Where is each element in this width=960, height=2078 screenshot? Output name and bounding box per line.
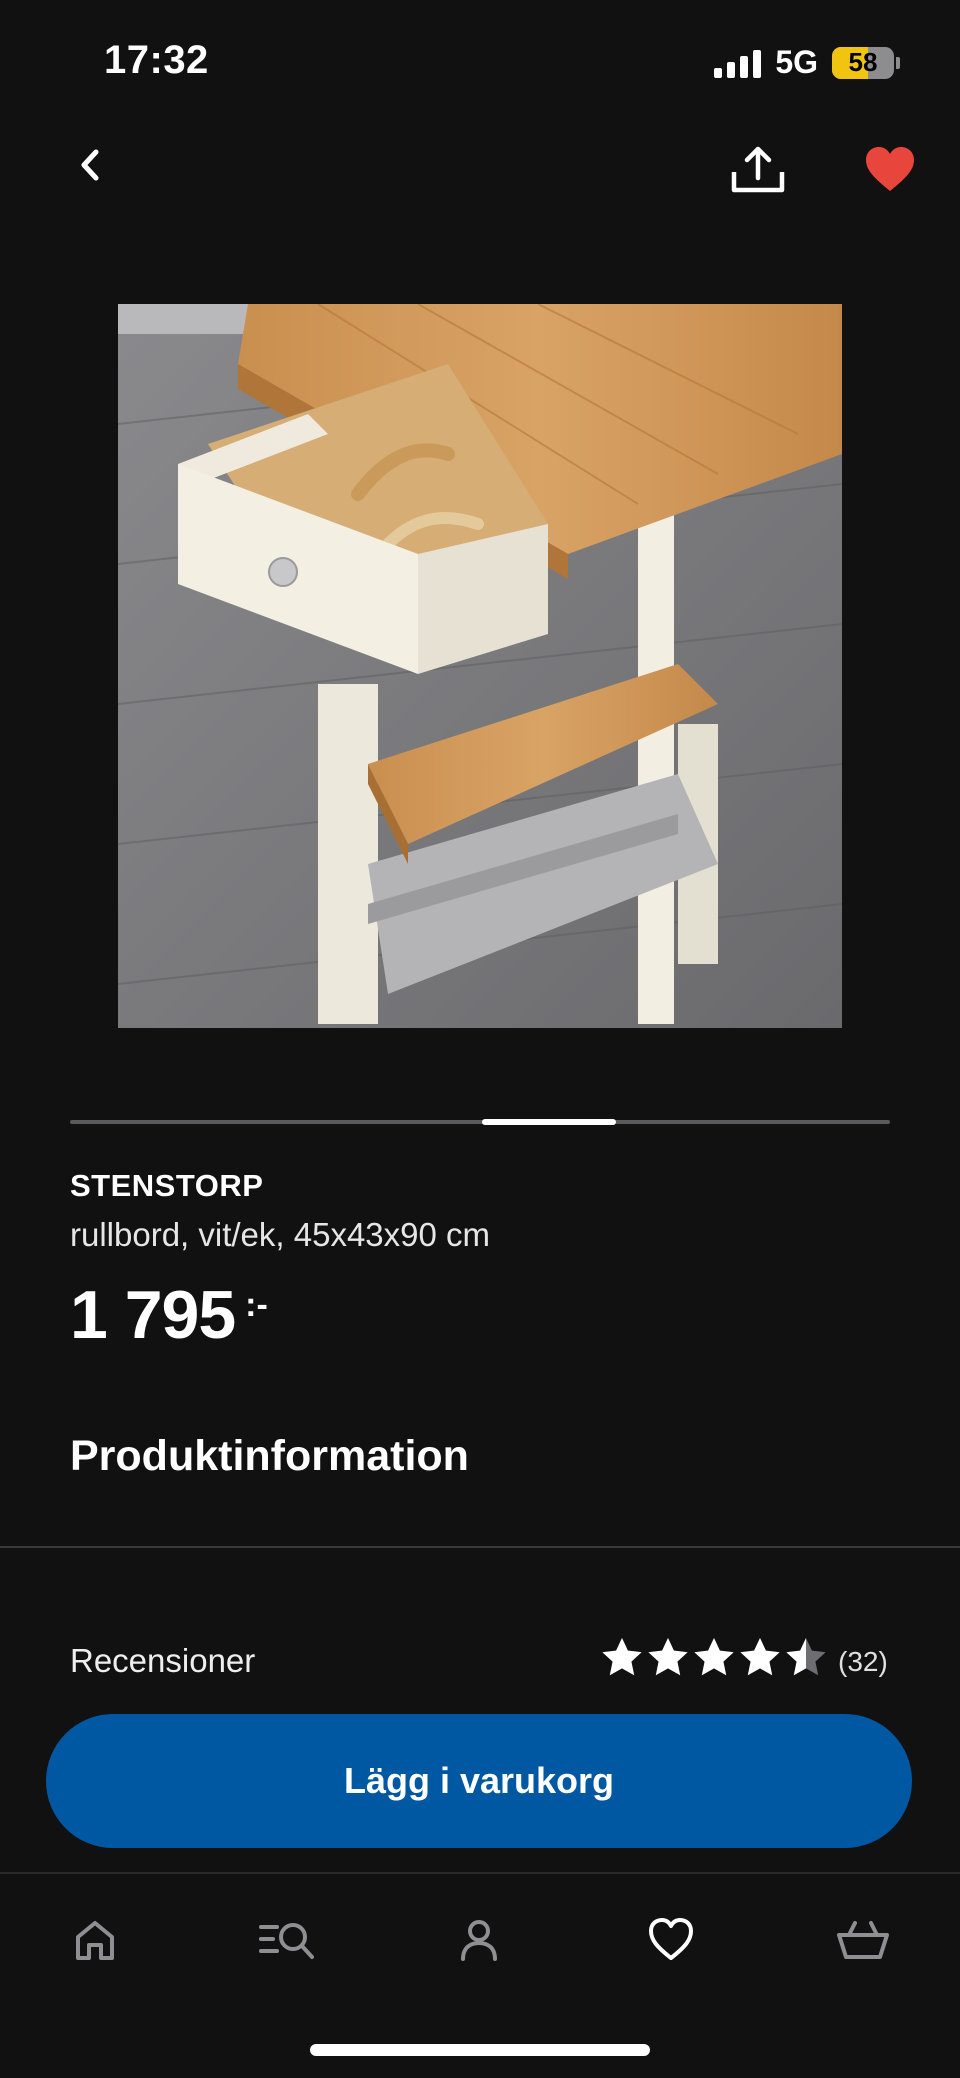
basket-icon <box>837 1921 889 1959</box>
image-carousel-indicator <box>70 1119 890 1125</box>
section-divider <box>0 1546 960 1548</box>
product-photo <box>118 304 842 1028</box>
profile-icon <box>461 1920 497 1961</box>
star-icon <box>740 1638 780 1676</box>
search-list-icon <box>259 1923 314 1959</box>
star-icon <box>786 1638 826 1676</box>
product-image[interactable] <box>118 304 842 1028</box>
product-information-link[interactable]: Produktinformation <box>70 1432 469 1481</box>
home-icon <box>76 1921 114 1960</box>
heart-outline-icon <box>649 1918 693 1960</box>
share-button[interactable] <box>728 142 788 202</box>
product-name: STENSTORP <box>70 1168 264 1203</box>
tab-bar-divider <box>0 1872 960 1874</box>
star-icon <box>602 1638 642 1676</box>
battery-icon: 58 <box>832 46 900 79</box>
product-price: 1 795 :- <box>70 1276 268 1354</box>
reviews-label[interactable]: Recensioner <box>70 1642 255 1680</box>
status-indicators: 5G 58 <box>714 44 900 81</box>
share-icon <box>731 146 785 193</box>
favorite-button[interactable] <box>864 146 916 194</box>
add-to-cart-button[interactable]: Lägg i varukorg <box>46 1714 912 1848</box>
carousel-active-thumb <box>482 1119 616 1125</box>
star-icon <box>648 1638 688 1676</box>
tab-home[interactable] <box>50 1900 140 1980</box>
cellular-signal-icon <box>714 48 762 78</box>
battery-percentage: 58 <box>848 47 878 77</box>
review-count: (32) <box>838 1646 888 1677</box>
status-time: 17:32 <box>104 38 209 82</box>
heart-filled-icon <box>866 147 914 191</box>
tab-favorites[interactable] <box>626 1900 716 1980</box>
home-indicator[interactable] <box>310 2044 650 2056</box>
rating-stars[interactable] <box>600 1636 828 1678</box>
star-icon <box>694 1638 734 1676</box>
tab-profile[interactable] <box>434 1900 524 1980</box>
tab-search[interactable] <box>242 1900 332 1980</box>
chevron-left-icon <box>81 149 99 181</box>
tab-cart[interactable] <box>818 1900 908 1980</box>
back-button[interactable] <box>70 140 110 190</box>
price-value: 1 795 <box>70 1277 236 1353</box>
price-currency-suffix: :- <box>245 1286 268 1324</box>
product-description: rullbord, vit/ek, 45x43x90 cm <box>70 1216 491 1253</box>
network-type: 5G <box>775 44 818 80</box>
